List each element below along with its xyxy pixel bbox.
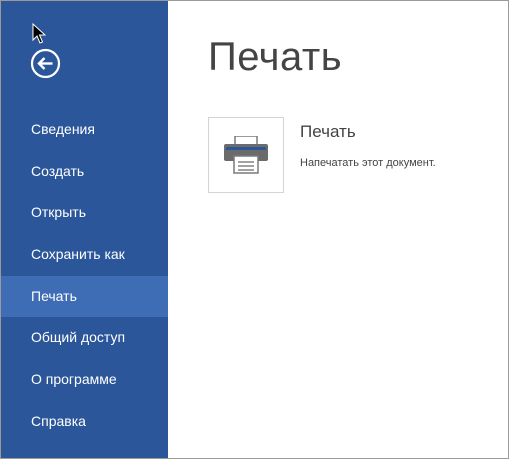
back-arrow-circle-icon: [30, 48, 61, 79]
nav-item-info[interactable]: Сведения: [1, 109, 168, 151]
nav-item-open[interactable]: Открыть: [1, 192, 168, 234]
nav-item-new[interactable]: Создать: [1, 151, 168, 193]
nav-item-help[interactable]: Справка: [1, 401, 168, 443]
backstage-window: Сведения Создать Открыть Сохранить как П…: [0, 0, 509, 459]
nav-item-about[interactable]: О программе: [1, 359, 168, 401]
print-button[interactable]: [208, 117, 284, 193]
backstage-sidebar: Сведения Создать Открыть Сохранить как П…: [1, 1, 168, 458]
print-option-heading: Печать: [300, 122, 356, 141]
back-button[interactable]: [30, 48, 61, 79]
printer-icon: [224, 136, 268, 174]
nav-item-save-as[interactable]: Сохранить как: [1, 234, 168, 276]
nav-item-share[interactable]: Общий доступ: [1, 317, 168, 359]
main-panel: Печать Печать Напечатать этот документ.: [168, 1, 508, 458]
page-title: Печать: [208, 35, 343, 79]
print-option-description: Напечатать этот документ.: [300, 157, 436, 169]
backstage-nav: Сведения Создать Открыть Сохранить как П…: [1, 109, 168, 443]
nav-item-print[interactable]: Печать: [1, 275, 168, 318]
mouse-pointer-icon: [32, 22, 47, 45]
